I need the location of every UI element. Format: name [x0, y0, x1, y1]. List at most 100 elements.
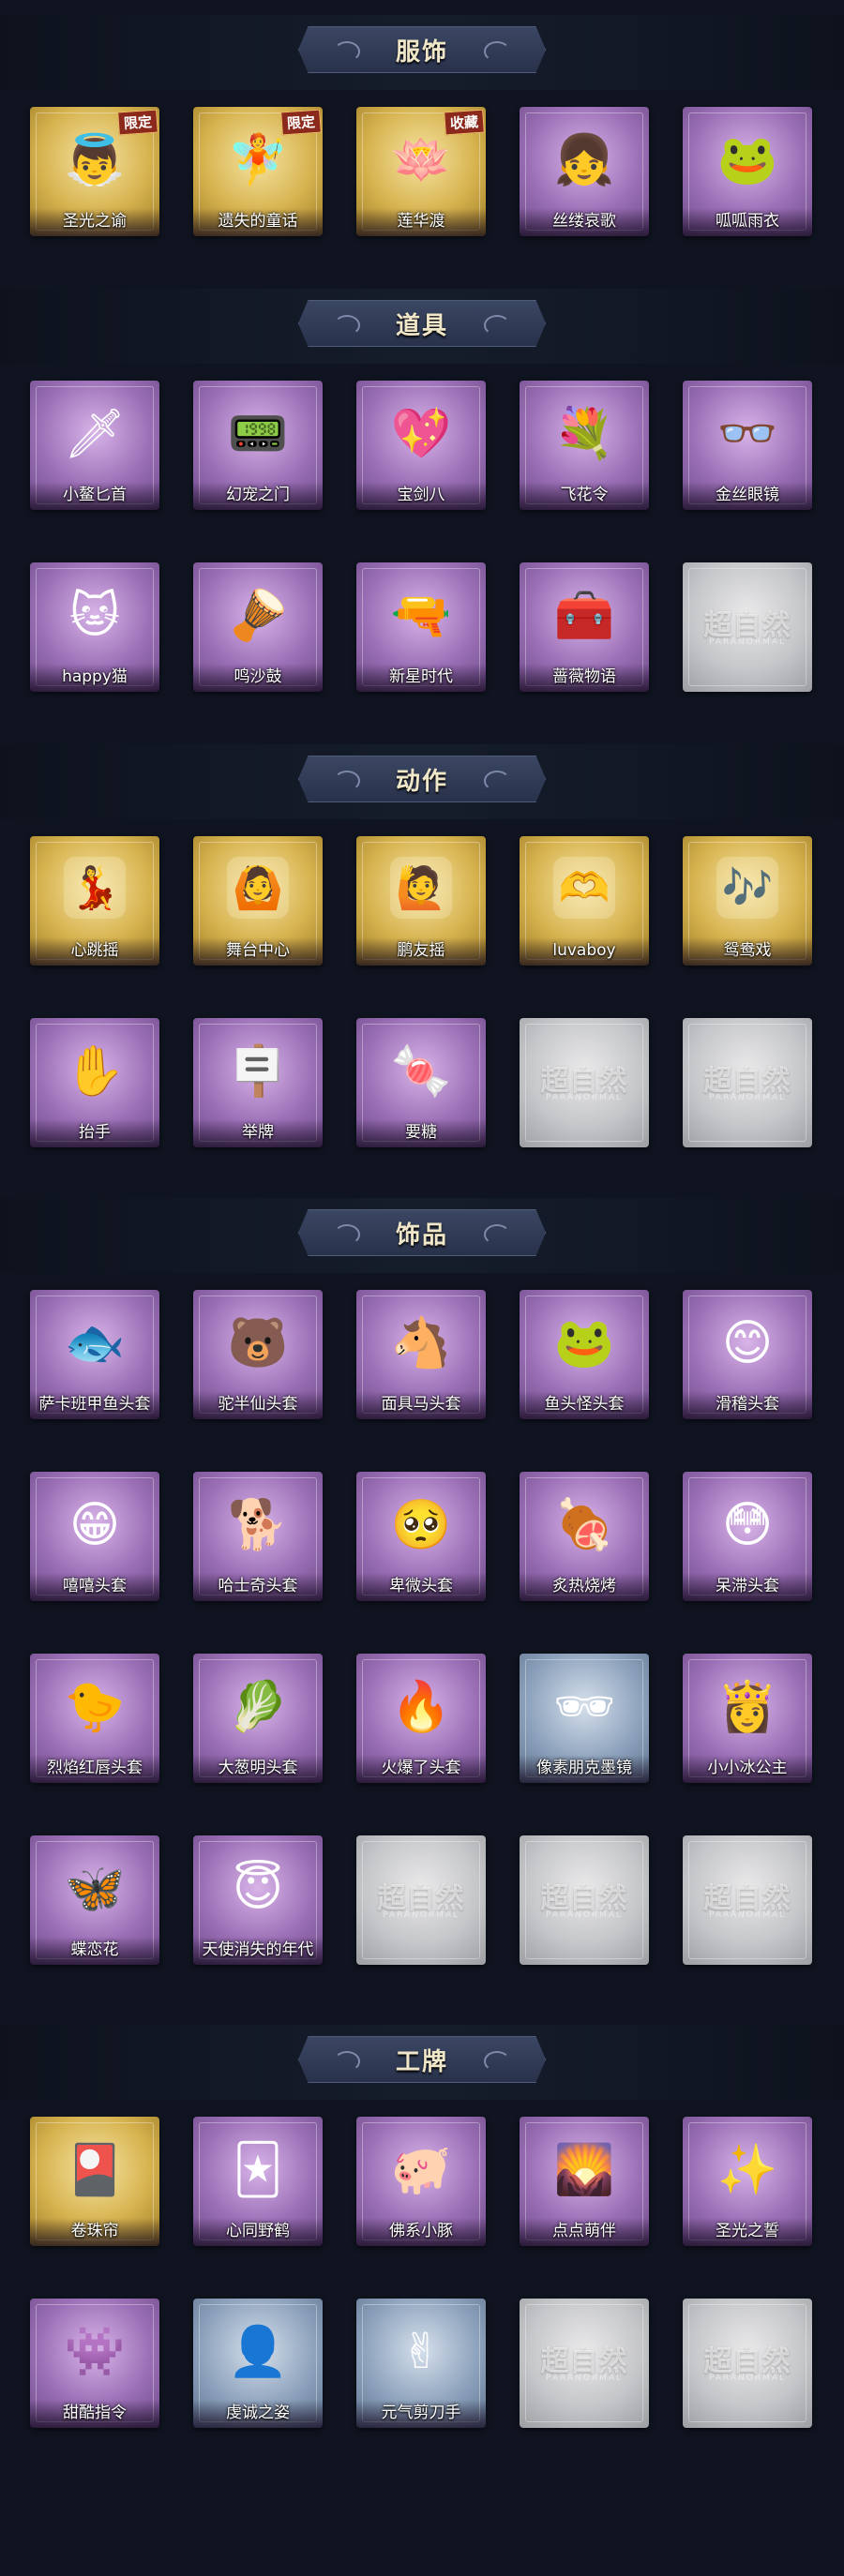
crane-card-icon: 🃏 [233, 2142, 283, 2198]
item-name: 佛系小豚 [389, 2222, 453, 2240]
item-name: 要糖 [405, 1123, 437, 1142]
item-name: 哈士奇头套 [218, 1577, 298, 1595]
dagger-icon: 🗡 [63, 406, 126, 462]
paranormal-logo-subtitle: PARANORMAL [708, 1093, 787, 1102]
item-card[interactable]: 😳 呆滞头套 [683, 1472, 812, 1601]
item-card[interactable]: ✋ 抬手 [30, 1018, 159, 1147]
locked-item-card[interactable]: 超自然 PARANORMAL [683, 562, 812, 692]
item-card[interactable]: 👤 虔诚之姿 [193, 2299, 323, 2428]
item-name: 卑微头套 [389, 1577, 453, 1595]
item-name: 面具马头套 [381, 1395, 461, 1414]
item-name: 虔诚之姿 [226, 2404, 290, 2422]
item-card[interactable]: ✌ 元气剪刀手 [356, 2299, 486, 2428]
locked-item-card[interactable]: 超自然 PARANORMAL [683, 1835, 812, 1965]
humble-face-icon: 🥺 [390, 1497, 452, 1553]
locked-item-card[interactable]: 超自然 PARANORMAL [356, 1835, 486, 1965]
section-header: 饰品 [298, 1209, 546, 1256]
item-card[interactable]: 👧 丝缕哀歌 [520, 107, 649, 236]
paranormal-logo-subtitle: PARANORMAL [708, 637, 787, 647]
item-card[interactable]: 👾 甜酷指令 [30, 2299, 159, 2428]
item-name: happy猫 [62, 667, 128, 686]
item-card[interactable]: 🐸 呱呱雨衣 [683, 107, 812, 236]
item-card[interactable]: 👸 小小冰公主 [683, 1654, 812, 1783]
item-card[interactable]: 🗡 小鳌匕首 [30, 381, 159, 510]
item-card[interactable]: 👼 限定 圣光之谕 [30, 107, 159, 236]
reward-catalog-page: 服饰 👼 限定 圣光之谕 🧚 限定 遗失的童话 🪷 收藏 莲华渡 👧 丝缕哀歌 🐸 呱呱雨衣 道具 🗡 小鳌匕首… [0, 0, 844, 2576]
locked-item-card[interactable]: 超自然 PARANORMAL [520, 1018, 649, 1147]
item-card[interactable]: 🐕 哈士奇头套 [193, 1472, 323, 1601]
item-name: 小小冰公主 [707, 1759, 788, 1777]
paranormal-logo-subtitle: PARANORMAL [708, 2374, 787, 2383]
locked-item-card[interactable]: 超自然 PARANORMAL [520, 2299, 649, 2428]
item-card[interactable]: 🙋 鹏友摇 [356, 836, 486, 966]
item-card[interactable]: 🌄 点点萌伴 [520, 2117, 649, 2246]
music-pose-icon: 🎶 [716, 857, 778, 919]
item-card[interactable]: 🦋 蝶恋花 [30, 1835, 159, 1965]
locked-item-card[interactable]: 超自然 PARANORMAL [683, 2299, 812, 2428]
item-card[interactable]: 🧚 限定 遗失的童话 [193, 107, 323, 236]
item-name: 舞台中心 [226, 941, 290, 960]
frog-raincoat-icon: 🐸 [716, 132, 778, 188]
item-card[interactable]: 🥬 大葱明头套 [193, 1654, 323, 1783]
scallion-mask-icon: 🥬 [227, 1679, 289, 1735]
locked-item-card[interactable]: 超自然 PARANORMAL [683, 1018, 812, 1147]
item-card[interactable]: 🪧 举牌 [193, 1018, 323, 1147]
meadow-card-icon: 🌄 [553, 2142, 615, 2198]
medkit-icon: 🧰 [553, 588, 615, 644]
item-card[interactable]: 🙆 舞台中心 [193, 836, 323, 966]
item-card[interactable]: 🐖 佛系小豚 [356, 2117, 486, 2246]
item-card[interactable]: 🃏 心同野鹤 [193, 2117, 323, 2246]
item-name: 抬手 [79, 1123, 111, 1142]
item-card[interactable]: 🪘 鸣沙鼓 [193, 562, 323, 692]
item-card[interactable]: 👓 金丝眼镜 [683, 381, 812, 510]
item-name: 幻宠之门 [226, 486, 290, 504]
item-name: luvaboy [552, 941, 616, 960]
fishman-mask-icon: 🐸 [553, 1315, 615, 1371]
paranormal-logo-subtitle: PARANORMAL [545, 1093, 624, 1102]
item-name: 鸳鸯戏 [723, 941, 772, 960]
section-apparel: 服饰 👼 限定 圣光之谕 🧚 限定 遗失的童话 🪷 收藏 莲华渡 👧 丝缕哀歌 🐸 呱呱雨衣 [0, 15, 844, 289]
limited-badge: 限定 [280, 109, 322, 136]
item-card[interactable]: 🧰 蔷薇物语 [520, 562, 649, 692]
item-card[interactable]: 📟 幻宠之门 [193, 381, 323, 510]
locked-item-card[interactable]: 超自然 PARANORMAL [520, 1835, 649, 1965]
section-title: 工牌 [395, 2047, 448, 2076]
item-card[interactable]: 💐 飞花令 [520, 381, 649, 510]
item-card[interactable]: 🐤 烈焰红唇头套 [30, 1654, 159, 1783]
item-card[interactable]: 🫶 luvaboy [520, 836, 649, 966]
item-card[interactable]: 🐱 happy猫 [30, 562, 159, 692]
item-name: 小鳌匕首 [63, 486, 127, 504]
item-card[interactable]: 🍬 要糖 [356, 1018, 486, 1147]
item-card[interactable]: 😊 滑稽头套 [683, 1290, 812, 1419]
item-card[interactable]: 🕶 像素朋克墨镜 [520, 1654, 649, 1783]
section-header: 动作 [298, 756, 546, 802]
item-card[interactable]: 🔫 新星时代 [356, 562, 486, 692]
item-card[interactable]: 😇 天使消失的年代 [193, 1835, 323, 1965]
item-card[interactable]: 💖 宝剑八 [356, 381, 486, 510]
item-card[interactable]: 🎶 鸳鸯戏 [683, 836, 812, 966]
item-card[interactable]: 🐸 鱼头怪头套 [520, 1290, 649, 1419]
section-title: 饰品 [395, 1221, 448, 1250]
limited-badge: 收藏 [444, 109, 485, 136]
item-card[interactable]: 🐻 驼半仙头套 [193, 1290, 323, 1419]
item-name: 炙热烧烤 [552, 1577, 616, 1595]
item-name: 遗失的童话 [218, 212, 298, 231]
hold-sign-icon: 🪧 [227, 1043, 289, 1100]
item-card[interactable]: 🎴 卷珠帘 [30, 2117, 159, 2246]
badge-card-icon: 🎴 [64, 2142, 126, 2198]
item-card[interactable]: 🪷 收藏 莲华渡 [356, 107, 486, 236]
item-name: 鱼头怪头套 [544, 1395, 625, 1414]
item-name: 呆滞头套 [716, 1577, 779, 1595]
item-card[interactable]: 🥺 卑微头套 [356, 1472, 486, 1601]
item-card[interactable]: 🔥 火爆了头套 [356, 1654, 486, 1783]
monster-card-icon: 👾 [64, 2324, 126, 2380]
item-name: 新星时代 [389, 667, 453, 686]
item-card[interactable]: 🐟 萨卡班甲鱼头套 [30, 1290, 159, 1419]
item-card[interactable]: 🍖 炙热烧烤 [520, 1472, 649, 1601]
item-card[interactable]: 💃 心跳摇 [30, 836, 159, 966]
item-name: 鹏友摇 [397, 941, 445, 960]
wave-pose-icon: 🙋 [390, 857, 452, 919]
item-card[interactable]: ✨ 圣光之誓 [683, 2117, 812, 2246]
item-card[interactable]: 🐴 面具马头套 [356, 1290, 486, 1419]
item-card[interactable]: 😁 嘻嘻头套 [30, 1472, 159, 1601]
